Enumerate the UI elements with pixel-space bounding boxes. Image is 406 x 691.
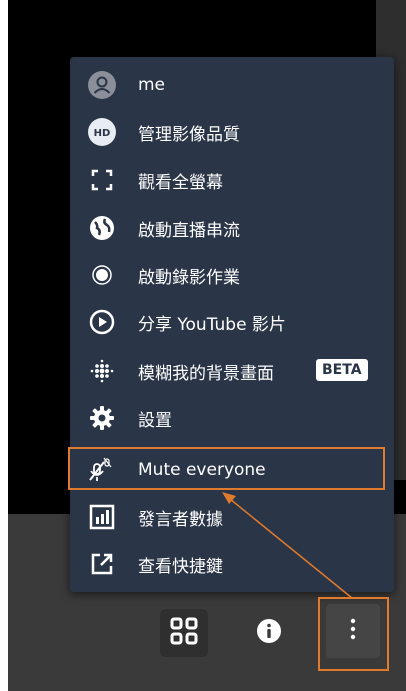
blur-icon bbox=[88, 357, 116, 385]
info-icon bbox=[256, 618, 282, 648]
gear-icon bbox=[88, 404, 116, 432]
hd-icon: HD bbox=[88, 118, 116, 146]
avatar-icon bbox=[88, 71, 116, 99]
beta-badge: BETA bbox=[316, 359, 368, 381]
menu-item-settings[interactable]: 設置 bbox=[70, 395, 394, 441]
menu-item-label: 設置 bbox=[138, 410, 172, 431]
menu-item-label: me bbox=[138, 75, 166, 95]
svg-text:HD: HD bbox=[94, 128, 111, 139]
menu-item-me[interactable]: me bbox=[70, 62, 394, 108]
globe-icon bbox=[88, 214, 116, 242]
grid-view-button[interactable] bbox=[160, 609, 208, 657]
menu-item-label: 查看快捷鍵 bbox=[138, 556, 223, 577]
menu-item-blur-background[interactable]: 模糊我的背景畫面 BETA bbox=[70, 348, 394, 394]
menu-item-fullscreen[interactable]: 觀看全螢幕 bbox=[70, 157, 394, 203]
mute-mic-icon bbox=[88, 456, 116, 484]
fullscreen-icon bbox=[88, 166, 116, 194]
menu-item-keyboard-shortcuts[interactable]: 查看快捷鍵 bbox=[70, 541, 394, 587]
menu-item-video-quality[interactable]: HD 管理影像品質 bbox=[70, 109, 394, 155]
menu-item-label: 分享 YouTube 影片 bbox=[138, 314, 286, 335]
menu-item-record[interactable]: 啟動錄影作業 bbox=[70, 252, 394, 298]
menu-item-label: 啟動錄影作業 bbox=[138, 267, 240, 288]
menu-item-mute-everyone[interactable]: Mute everyone bbox=[70, 447, 394, 493]
more-button-highlight bbox=[318, 597, 389, 671]
menu-item-label: 模糊我的背景畫面 bbox=[138, 363, 274, 384]
info-button[interactable] bbox=[254, 618, 284, 648]
menu-item-label: Mute everyone bbox=[138, 460, 266, 480]
menu-item-speaker-stats[interactable]: 發言者數據 bbox=[70, 494, 394, 540]
play-circle-icon bbox=[88, 308, 116, 336]
bar-chart-icon bbox=[88, 503, 116, 531]
menu-item-label: 觀看全螢幕 bbox=[138, 172, 223, 193]
menu-item-live-stream[interactable]: 啟動直播串流 bbox=[70, 205, 394, 251]
menu-item-label: 發言者數據 bbox=[138, 509, 223, 530]
menu-item-label: 啟動直播串流 bbox=[138, 220, 240, 241]
grid-view-icon bbox=[169, 616, 199, 650]
more-options-menu: me HD 管理影像品質 觀看全螢幕 啟動直播串流 啟動錄影作業 分享 YouT… bbox=[70, 57, 394, 592]
external-link-icon bbox=[88, 550, 116, 578]
menu-item-share-youtube[interactable]: 分享 YouTube 影片 bbox=[70, 299, 394, 345]
record-icon bbox=[88, 261, 116, 289]
menu-item-label: 管理影像品質 bbox=[138, 124, 240, 145]
